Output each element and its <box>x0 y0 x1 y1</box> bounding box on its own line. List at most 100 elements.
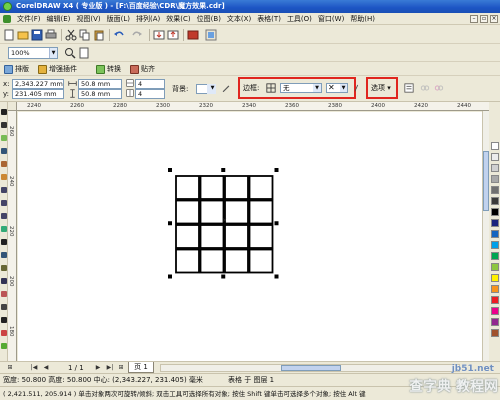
selection-handle[interactable] <box>274 274 279 279</box>
selection-handle[interactable] <box>274 221 279 226</box>
table-cell[interactable] <box>248 224 274 249</box>
color-swatch[interactable] <box>491 142 499 150</box>
unlink-disabled-icon[interactable] <box>434 83 444 93</box>
cut-icon[interactable] <box>65 29 77 41</box>
color-swatch[interactable] <box>491 329 499 337</box>
open-icon[interactable] <box>17 29 29 41</box>
last-page-button[interactable]: ▶| <box>106 364 114 372</box>
color-swatch[interactable] <box>491 318 499 326</box>
horizontal-scrollbar[interactable] <box>160 364 460 372</box>
table-cell[interactable] <box>248 199 274 225</box>
background-color-select[interactable]: ▼ <box>196 84 216 94</box>
columns-stepper[interactable]: 4 <box>135 89 165 99</box>
blend-tool-icon[interactable] <box>0 290 8 298</box>
import-icon[interactable] <box>153 29 165 41</box>
welcome-screen-icon[interactable] <box>205 29 217 41</box>
basic-shapes-tool-icon[interactable] <box>0 225 8 233</box>
table-cell[interactable] <box>224 224 249 249</box>
border-grid-icon[interactable] <box>266 83 276 93</box>
color-swatch[interactable] <box>491 208 499 216</box>
x-position-field[interactable]: 2,343.227 mm <box>12 79 64 89</box>
menu-item[interactable]: 窗口(W) <box>315 13 347 25</box>
color-swatch[interactable] <box>491 219 499 227</box>
menu-item[interactable]: 位图(B) <box>194 13 224 25</box>
connector-tool-icon[interactable] <box>0 277 8 285</box>
rows-stepper[interactable]: 4 <box>135 79 165 89</box>
selection-handle[interactable] <box>221 274 226 279</box>
table-cell[interactable] <box>175 248 200 274</box>
save-icon[interactable] <box>31 29 43 41</box>
table-cell[interactable] <box>199 224 225 249</box>
table-cell[interactable] <box>175 224 200 249</box>
table-tool-icon[interactable] <box>0 251 8 259</box>
selection-handle[interactable] <box>168 168 172 172</box>
page-add-icon[interactable]: ⊞ <box>6 364 14 372</box>
zoom-selected-icon[interactable] <box>64 47 76 59</box>
horizontal-scroll-thumb[interactable] <box>281 365 341 371</box>
border-color-select[interactable]: ✕ ▼ <box>326 83 348 93</box>
menu-item[interactable]: 视图(V) <box>73 13 103 25</box>
minimize-button[interactable]: – <box>470 15 478 23</box>
color-swatch[interactable] <box>491 153 499 161</box>
eyedropper-tool-icon[interactable] <box>0 303 8 311</box>
table-cell[interactable] <box>248 175 274 200</box>
export-icon[interactable] <box>167 29 179 41</box>
crop-tool-icon[interactable] <box>0 134 8 142</box>
vertical-scrollbar[interactable] <box>482 111 489 361</box>
y-position-field[interactable]: 231.405 mm <box>12 89 64 99</box>
convert-button[interactable]: 转换 <box>96 63 121 75</box>
ellipse-tool-icon[interactable] <box>0 199 8 207</box>
menu-item[interactable]: 编辑(E) <box>44 13 74 25</box>
next-page-button[interactable]: ▶ <box>94 364 102 372</box>
pen-icon[interactable] <box>352 83 360 93</box>
typesetting-button[interactable]: 排版 <box>4 63 29 75</box>
table-cell[interactable] <box>175 199 200 225</box>
width-field[interactable]: 50.8 mm <box>78 79 122 89</box>
interactive-fill-tool-icon[interactable] <box>0 342 8 350</box>
color-swatch[interactable] <box>491 252 499 260</box>
table-cell[interactable] <box>199 248 225 274</box>
prev-page-button[interactable]: ◀ <box>42 364 50 372</box>
color-swatch[interactable] <box>491 307 499 315</box>
fill-edit-icon[interactable] <box>221 83 231 93</box>
fill-tool-icon[interactable] <box>0 329 8 337</box>
redo-icon[interactable] <box>131 29 143 41</box>
outline-tool-icon[interactable] <box>0 316 8 324</box>
table-cell[interactable] <box>199 175 225 200</box>
link-disabled-icon[interactable] <box>420 83 430 93</box>
menu-item[interactable]: 文件(F) <box>14 13 44 25</box>
table-cell[interactable] <box>224 175 249 200</box>
smart-fill-tool-icon[interactable] <box>0 173 8 181</box>
snap-button[interactable]: 贴齐 <box>130 63 155 75</box>
color-swatch[interactable] <box>491 274 499 282</box>
height-field[interactable]: 50.8 mm <box>78 89 122 99</box>
zoom-level-select[interactable]: 100% ▼ <box>8 47 58 59</box>
freehand-tool-icon[interactable] <box>0 160 8 168</box>
new-icon[interactable] <box>3 29 15 41</box>
shape-tool-icon[interactable] <box>0 121 8 129</box>
horizontal-ruler[interactable]: 2240 2260 2280 2300 2320 2340 2360 2380 2400 2420… <box>17 102 489 111</box>
color-swatch[interactable] <box>491 285 499 293</box>
table-cell[interactable] <box>224 199 249 225</box>
menu-item[interactable]: 帮助(H) <box>347 13 378 25</box>
pick-tool-icon[interactable] <box>0 108 8 116</box>
selection-handle[interactable] <box>221 168 226 172</box>
parallel-dimension-tool-icon[interactable] <box>0 264 8 272</box>
menu-item[interactable]: 排列(A) <box>133 13 163 25</box>
rectangle-tool-icon[interactable] <box>0 186 8 194</box>
copy-icon[interactable] <box>79 29 91 41</box>
table-cell[interactable] <box>199 199 225 225</box>
enhance-plugin-button[interactable]: 增强插件 <box>38 63 77 75</box>
application-launcher-icon[interactable] <box>187 29 199 41</box>
menu-item[interactable]: 文本(X) <box>224 13 254 25</box>
restore-button[interactable]: ▫ <box>480 15 488 23</box>
menu-item[interactable]: 版面(L) <box>104 13 133 25</box>
color-swatch[interactable] <box>491 186 499 194</box>
table-cell[interactable] <box>175 175 200 200</box>
undo-icon[interactable] <box>113 29 125 41</box>
page-tab-1[interactable]: 页 1 <box>128 362 154 373</box>
paste-icon[interactable] <box>93 29 105 41</box>
vertical-ruler[interactable]: 260 240 220 200 180 <box>8 111 17 361</box>
zoom-tool-icon[interactable] <box>0 147 8 155</box>
drawing-canvas[interactable]: × <box>18 112 482 361</box>
